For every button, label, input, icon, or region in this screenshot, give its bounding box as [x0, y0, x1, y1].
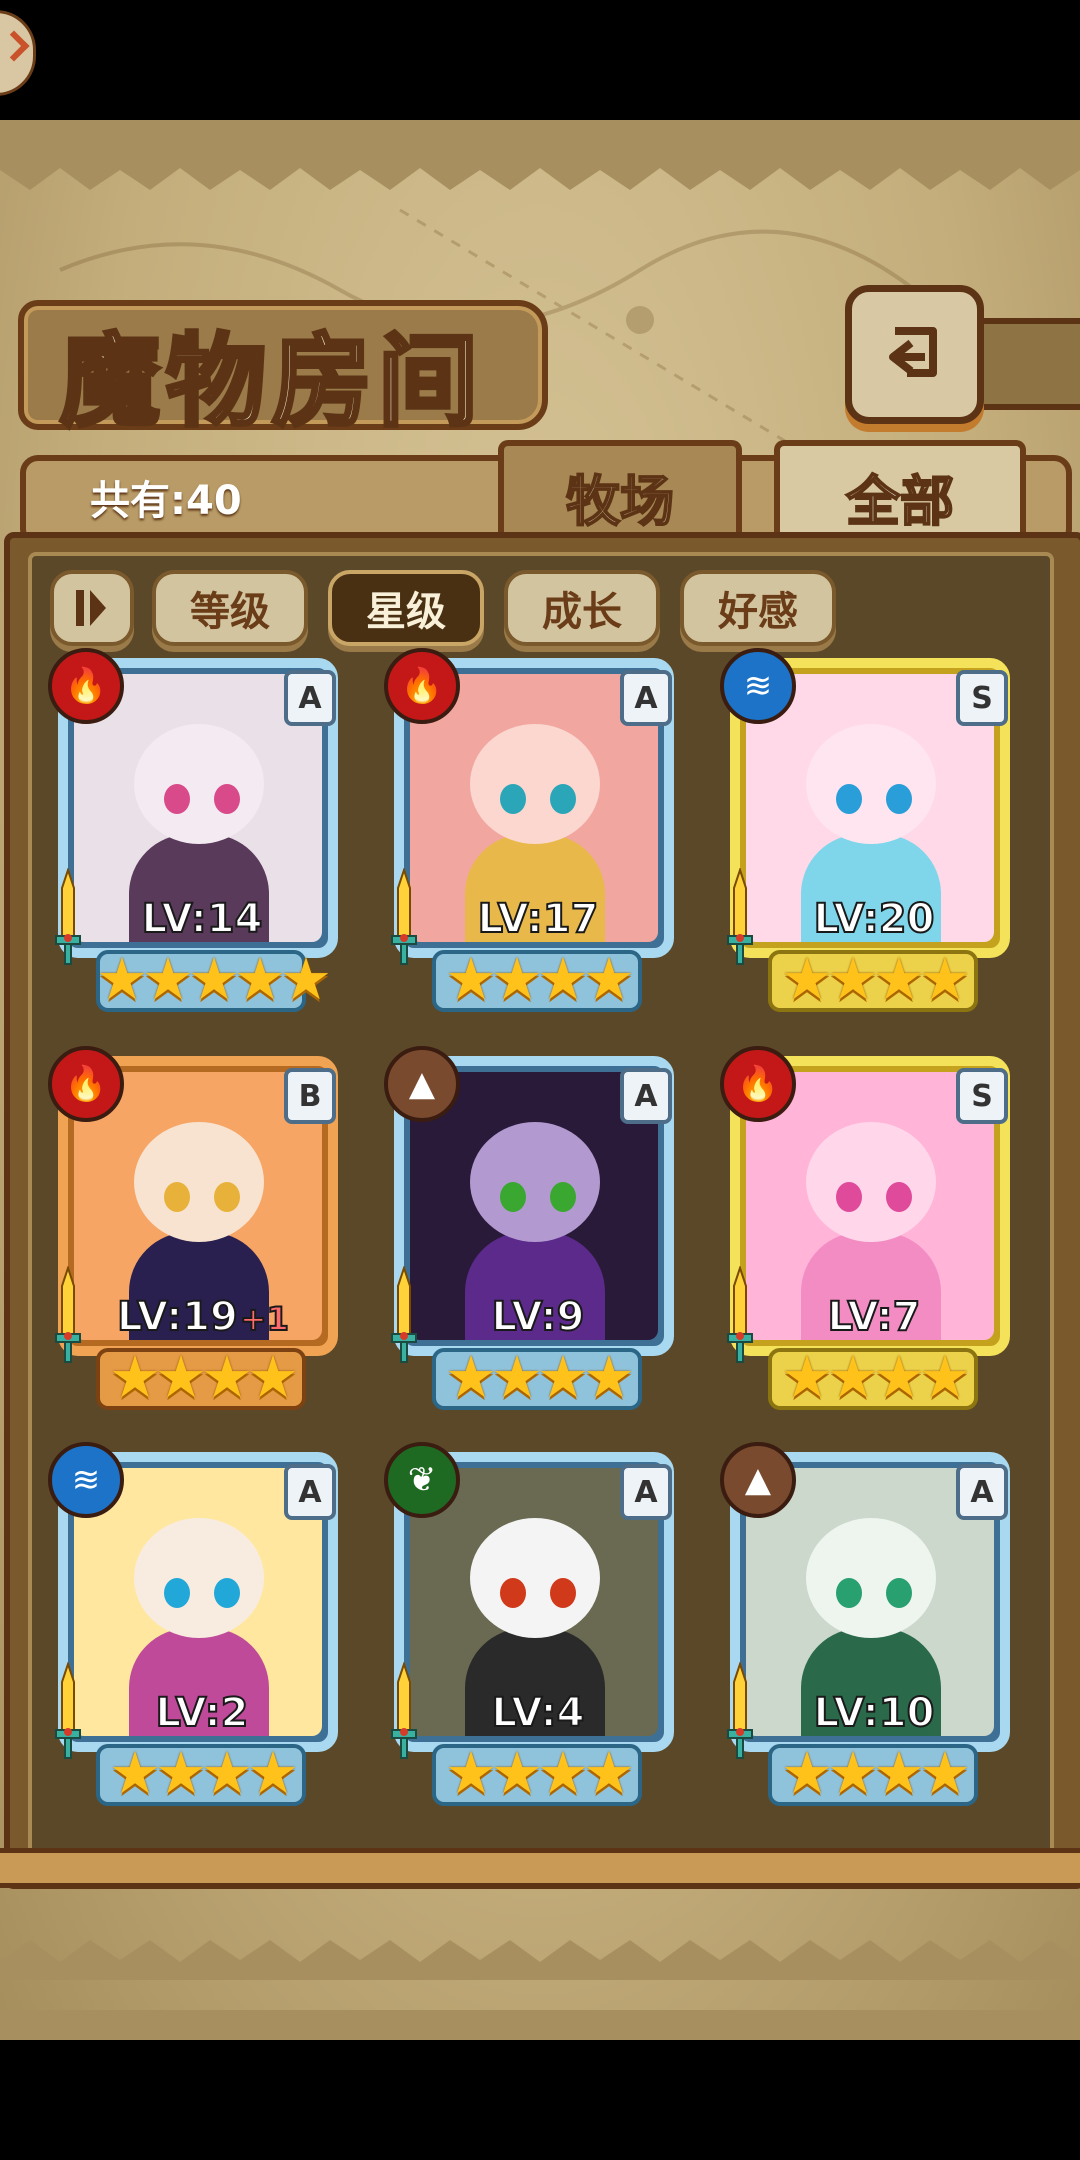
tab-label: 牧场	[565, 468, 675, 534]
level-label: LV:9	[424, 1293, 654, 1341]
star-rating: ★★★★	[781, 1739, 971, 1807]
rank-badge: A	[284, 1464, 336, 1520]
mountain-icon: ▲	[384, 1046, 460, 1122]
sword-icon	[391, 1266, 417, 1363]
leaf-icon: ❦	[384, 1442, 460, 1518]
monster-card[interactable]: ❦ A LV:4 ★★★★	[384, 1442, 689, 1807]
monster-card[interactable]: 🔥 A LV:17 ★★★★	[384, 648, 689, 1013]
sort-order-toggle[interactable]	[50, 570, 134, 646]
star-rating: ★★★★	[109, 1343, 299, 1411]
wave-icon: ≋	[48, 1442, 124, 1518]
page-title: 魔物房间	[58, 320, 484, 442]
level-value: LV:4	[491, 1689, 586, 1737]
rank-badge: A	[620, 670, 672, 726]
rank-badge: A	[620, 1464, 672, 1520]
monster-card[interactable]: 🔥 S LV:7 ★★★★	[720, 1046, 1025, 1411]
tab-pasture[interactable]: 牧场	[498, 440, 742, 546]
star-rating: ★★★★	[109, 1739, 299, 1807]
owned-count: 共有:40	[90, 478, 242, 524]
sword-icon	[727, 1662, 753, 1759]
sword-icon	[727, 1266, 753, 1363]
sword-icon	[391, 868, 417, 965]
tab-all[interactable]: 全部	[774, 440, 1026, 546]
sword-icon	[55, 868, 81, 965]
monster-card[interactable]: 🔥 A LV:14 ★★★★★	[48, 648, 353, 1013]
level-value: LV:19	[116, 1293, 239, 1341]
level-value: LV:7	[827, 1293, 922, 1341]
sword-icon	[391, 1662, 417, 1759]
flame-icon: 🔥	[720, 1046, 796, 1122]
sword-icon	[55, 1266, 81, 1363]
rank-badge: A	[620, 1068, 672, 1124]
star-rating: ★★★★	[781, 945, 971, 1013]
level-value: LV:9	[491, 1293, 586, 1341]
level-label: LV:10	[760, 1689, 990, 1737]
corner-expand-button[interactable]	[0, 10, 36, 96]
level-label: LV:14	[88, 895, 318, 943]
rank-badge: S	[956, 670, 1008, 726]
monster-card[interactable]: ≋ A LV:2 ★★★★	[48, 1442, 353, 1807]
tab-label: 全部	[845, 468, 955, 534]
filter-growth[interactable]: 成长	[504, 570, 660, 646]
torn-edge-top	[0, 150, 1080, 190]
back-button[interactable]	[845, 285, 984, 424]
level-label: LV:2	[88, 1689, 318, 1737]
flame-icon: 🔥	[384, 648, 460, 724]
torn-edge-bottom	[0, 1940, 1080, 1980]
filter-stars[interactable]: 星级	[328, 570, 484, 646]
back-arrow-icon	[889, 327, 937, 377]
star-rating: ★★★★	[781, 1343, 971, 1411]
level-label: LV:17	[424, 895, 654, 943]
level-value: LV:20	[813, 895, 936, 943]
level-label: LV:20	[760, 895, 990, 943]
rank-badge: S	[956, 1068, 1008, 1124]
filter-level[interactable]: 等级	[152, 570, 308, 646]
wave-icon: ≋	[720, 648, 796, 724]
rank-badge: A	[956, 1464, 1008, 1520]
level-label: LV:7	[760, 1293, 990, 1341]
level-value: LV:2	[155, 1689, 250, 1737]
monster-card[interactable]: ▲ A LV:10 ★★★★	[720, 1442, 1025, 1807]
mountain-icon: ▲	[720, 1442, 796, 1518]
filter-affection[interactable]: 好感	[680, 570, 836, 646]
level-label: LV:19+1	[88, 1293, 318, 1341]
flame-icon: 🔥	[48, 648, 124, 724]
panel-bottom-rail	[0, 1848, 1080, 1888]
sword-icon	[55, 1662, 81, 1759]
flame-icon: 🔥	[48, 1046, 124, 1122]
star-rating: ★★★★	[445, 945, 635, 1013]
chevron-right-icon	[0, 30, 30, 62]
monster-card[interactable]: ≋ S LV:20 ★★★★	[720, 648, 1025, 1013]
level-label: LV:4	[424, 1689, 654, 1737]
star-rating: ★★★★★	[96, 945, 332, 1013]
level-value: LV:14	[141, 895, 264, 943]
level-value: LV:10	[813, 1689, 936, 1737]
rank-badge: B	[284, 1068, 336, 1124]
level-value: LV:17	[477, 895, 600, 943]
level-bonus: +1	[239, 1299, 290, 1339]
monster-card[interactable]: 🔥 B LV:19+1 ★★★★	[48, 1046, 353, 1411]
monster-card[interactable]: ▲ A LV:9 ★★★★	[384, 1046, 689, 1411]
star-rating: ★★★★	[445, 1343, 635, 1411]
rank-badge: A	[284, 670, 336, 726]
sword-icon	[727, 868, 753, 965]
sort-toggle-icon	[76, 590, 106, 626]
star-rating: ★★★★	[445, 1739, 635, 1807]
